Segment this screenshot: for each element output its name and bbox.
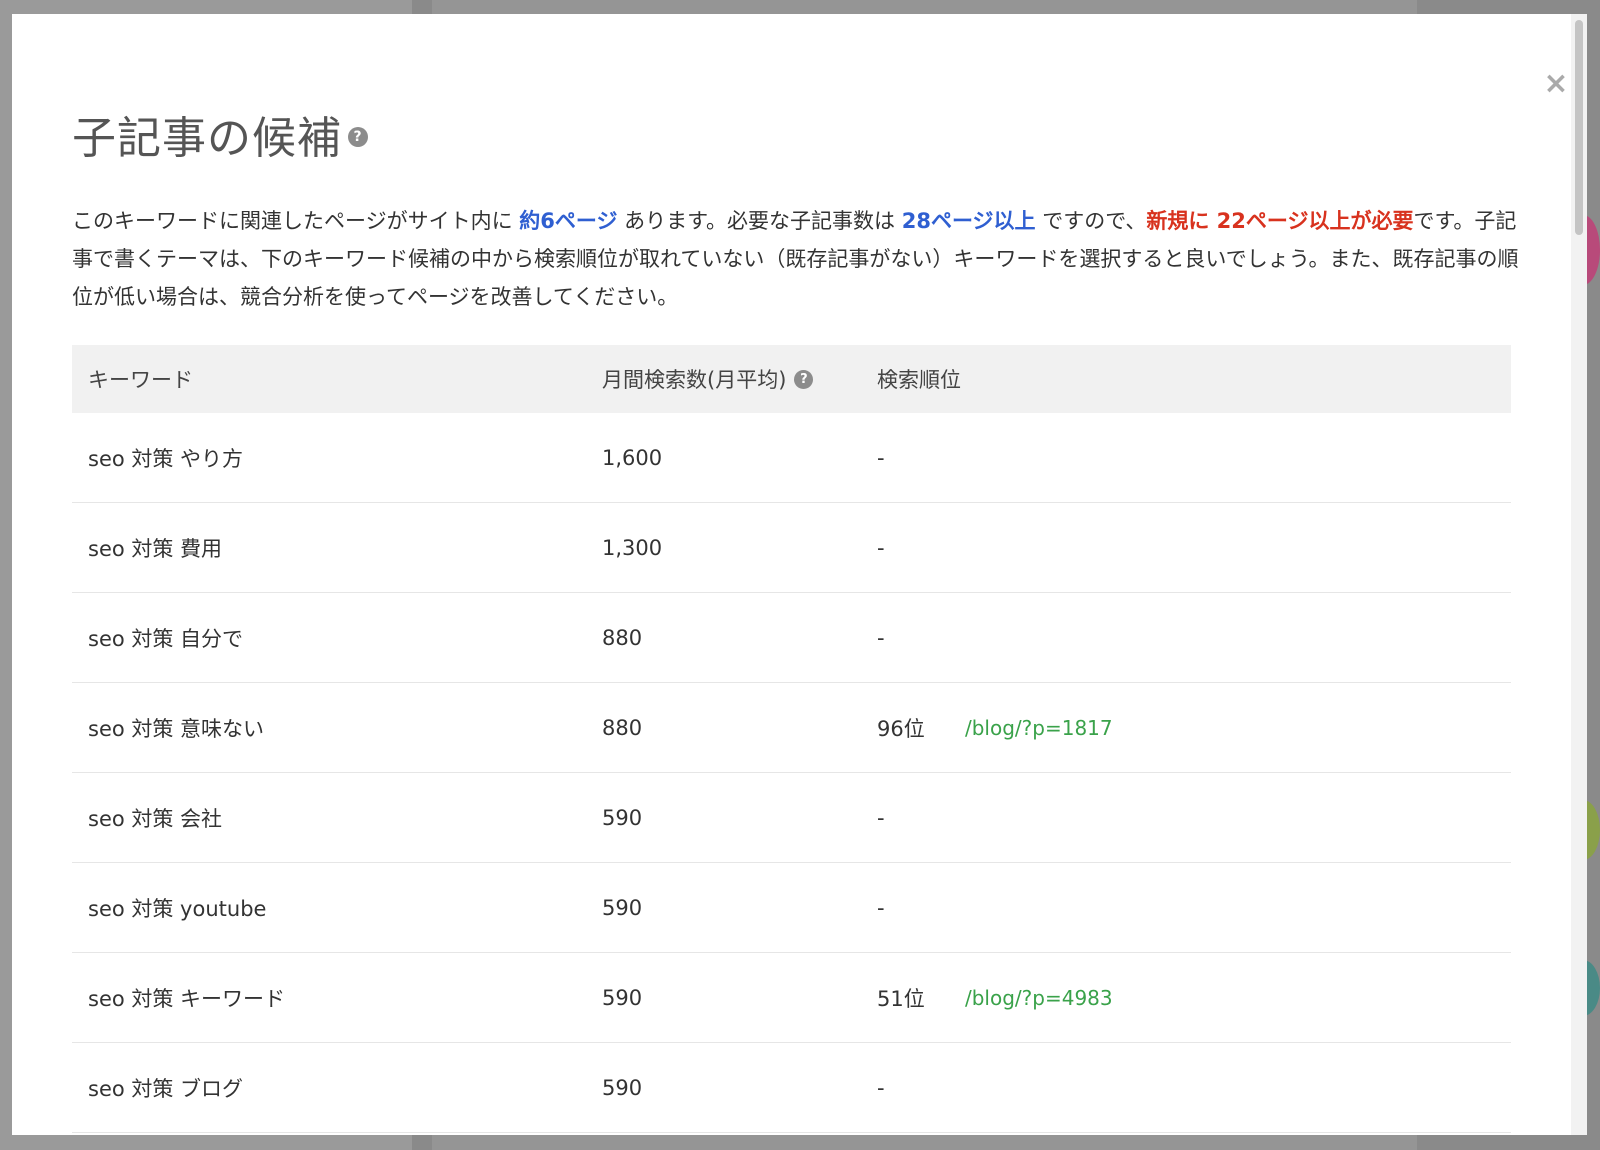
table-row: seo 対策 会社 590 -: [72, 773, 1511, 863]
rank-value: 96位: [877, 716, 925, 741]
volume-cell: 880: [602, 715, 643, 740]
rank-cell: 51位/blog/?p=4983: [877, 983, 1511, 1013]
rank-value: -: [877, 805, 885, 830]
rank-cell: -: [877, 896, 1511, 920]
article-link[interactable]: /blog/?p=1817: [965, 716, 1113, 740]
rank-value: -: [877, 895, 885, 920]
rank-cell: -: [877, 1076, 1511, 1100]
child-article-candidates-modal: × 子記事の候補? このキーワードに関連したページがサイト内に 約6ページ あり…: [12, 14, 1571, 1135]
rank-value: -: [877, 1075, 885, 1100]
keyword-cell: seo 対策 自分で: [88, 626, 244, 651]
existing-pages-count: 約6ページ: [519, 209, 618, 233]
volume-cell: 1,300: [602, 535, 663, 560]
volume-cell: 880: [602, 625, 643, 650]
volume-cell: 590: [602, 1075, 643, 1100]
help-icon[interactable]: ?: [794, 369, 814, 389]
volume-cell: 590: [602, 985, 643, 1010]
rank-cell: -: [877, 536, 1511, 560]
table-row: seo 対策 費用 1,300 -: [72, 503, 1511, 593]
modal-title: 子記事の候補?: [72, 102, 368, 166]
keyword-cell: seo 対策 意味ない: [88, 716, 265, 741]
table-row: seo 対策 キーワード 590 51位/blog/?p=4983: [72, 953, 1511, 1043]
article-link[interactable]: /blog/?p=4983: [965, 986, 1113, 1010]
rank-value: -: [877, 445, 885, 470]
header-rank: 検索順位: [877, 368, 961, 392]
close-icon[interactable]: ×: [1542, 68, 1570, 100]
scrollbar-thumb[interactable]: [1575, 20, 1583, 235]
help-icon[interactable]: ?: [348, 127, 368, 147]
required-pages-count: 28ページ以上: [901, 209, 1036, 233]
rank-cell: -: [877, 806, 1511, 830]
table-row: seo 対策 やり方 1,600 -: [72, 413, 1511, 503]
volume-cell: 590: [602, 895, 643, 920]
table-row: seo 対策 youtube 590 -: [72, 863, 1511, 953]
table-row: seo 対策 意味ない 880 96位/blog/?p=1817: [72, 683, 1511, 773]
keyword-cell: seo 対策 キーワード: [88, 986, 286, 1011]
keyword-cell: seo 対策 youtube: [88, 896, 267, 921]
new-pages-needed: 新規に 22ページ以上が必要: [1146, 209, 1414, 233]
keyword-cell: seo 対策 費用: [88, 536, 223, 561]
table-header: キーワード 月間検索数(月平均)? 検索順位: [72, 345, 1511, 413]
header-volume: 月間検索数(月平均)?: [602, 364, 877, 394]
keyword-cell: seo 対策 やり方: [88, 446, 244, 471]
volume-cell: 1,600: [602, 445, 663, 470]
keyword-cell: seo 対策 ブログ: [88, 1076, 244, 1101]
modal-description: このキーワードに関連したページがサイト内に 約6ページ あります。必要な子記事数…: [72, 209, 1519, 309]
rank-value: -: [877, 535, 885, 560]
table-body: seo 対策 やり方 1,600- seo 対策 費用 1,300- seo 対策 自分…: [72, 413, 1511, 1133]
rank-value: 51位: [877, 986, 925, 1011]
table-row: seo 対策 自分で 880 -: [72, 593, 1511, 683]
keyword-candidates-table: キーワード 月間検索数(月平均)? 検索順位 seo 対策 やり方 1,600- s…: [72, 345, 1511, 1133]
volume-cell: 590: [602, 805, 643, 830]
rank-cell: 96位/blog/?p=1817: [877, 713, 1511, 743]
table-row: seo 対策 ブログ 590 -: [72, 1043, 1511, 1133]
rank-value: -: [877, 625, 885, 650]
rank-cell: -: [877, 626, 1511, 650]
header-keyword: キーワード: [88, 368, 193, 392]
rank-cell: -: [877, 446, 1511, 470]
keyword-cell: seo 対策 会社: [88, 806, 223, 831]
